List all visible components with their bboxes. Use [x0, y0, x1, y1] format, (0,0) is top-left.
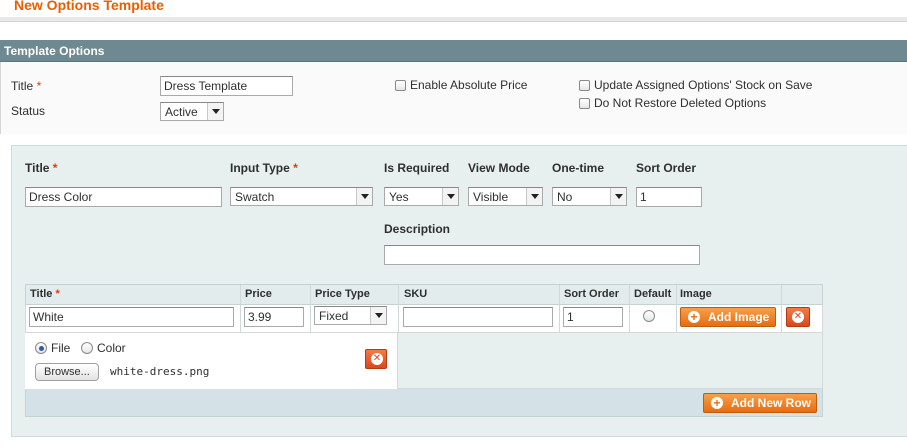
- input-type-select[interactable]: Swatch: [230, 187, 373, 206]
- enable-absolute-price-label: Enable Absolute Price: [410, 78, 528, 92]
- add-new-row-button[interactable]: + Add New Row: [703, 393, 817, 413]
- no-restore-label: Do Not Restore Deleted Options: [594, 96, 767, 110]
- close-icon: ✕: [371, 353, 383, 365]
- view-mode-header: View Mode: [468, 161, 530, 175]
- col-default-header: Default: [634, 288, 672, 300]
- chevron-down-icon: [356, 188, 372, 205]
- view-mode-select[interactable]: Visible: [468, 187, 543, 206]
- value-sku-input[interactable]: [403, 307, 553, 327]
- enable-absolute-price-checkbox[interactable]: [395, 80, 406, 91]
- input-type-header: Input Type *: [230, 161, 298, 175]
- chevron-down-icon: [526, 188, 542, 205]
- sort-order-input[interactable]: [636, 187, 702, 207]
- col-price-type-header: Price Type: [315, 288, 370, 300]
- update-stock-checkbox[interactable]: [579, 80, 590, 91]
- section-title: Template Options: [4, 44, 105, 58]
- template-status-label: Status: [11, 104, 46, 118]
- option-title-header: Title *: [25, 161, 58, 175]
- delete-row-button[interactable]: ✕: [786, 307, 810, 327]
- chevron-down-icon: [442, 188, 458, 205]
- plus-icon: +: [711, 397, 723, 409]
- is-required-header: Is Required: [384, 161, 450, 175]
- plus-icon: +: [688, 311, 700, 323]
- description-input[interactable]: [384, 245, 700, 265]
- template-status-select[interactable]: Active: [160, 102, 224, 121]
- file-name: white-dress.png: [110, 365, 210, 378]
- sort-order-header: Sort Order: [636, 161, 697, 175]
- col-price-header: Price: [245, 288, 272, 300]
- file-radio-label: File: [51, 341, 71, 355]
- template-title-input[interactable]: [160, 76, 293, 96]
- one-time-select[interactable]: No: [552, 187, 627, 206]
- remove-image-button[interactable]: ✕: [365, 349, 387, 369]
- value-title-input[interactable]: [29, 307, 234, 327]
- chevron-down-icon: [207, 103, 223, 120]
- one-time-header: One-time: [552, 161, 605, 175]
- update-stock-label: Update Assigned Options' Stock on Save: [594, 78, 813, 92]
- browse-button[interactable]: Browse...: [35, 363, 99, 381]
- value-default-radio[interactable]: [643, 310, 655, 322]
- is-required-select[interactable]: Yes: [384, 187, 459, 206]
- col-sort-order-header: Sort Order: [564, 288, 620, 300]
- col-sku-header: SKU: [404, 288, 428, 300]
- section-header-bar: [0, 40, 907, 62]
- chevron-down-icon: [610, 188, 626, 205]
- add-image-button[interactable]: + Add Image: [680, 307, 776, 327]
- color-radio[interactable]: [81, 342, 93, 354]
- template-title-label: Title *: [11, 79, 42, 93]
- required-mark: *: [36, 79, 42, 93]
- value-price-type-select[interactable]: Fixed: [314, 306, 387, 325]
- title-divider: [0, 17, 907, 22]
- page-title: New Options Template: [14, 0, 164, 13]
- color-radio-label: Color: [97, 341, 126, 355]
- col-image-header: Image: [680, 288, 712, 300]
- no-restore-checkbox[interactable]: [579, 98, 590, 109]
- value-price-input[interactable]: [244, 307, 304, 327]
- template-options-fieldset: [0, 62, 907, 134]
- close-icon: ✕: [792, 311, 804, 323]
- description-header: Description: [384, 222, 451, 236]
- chevron-down-icon: [370, 307, 386, 324]
- option-title-input[interactable]: [25, 187, 222, 207]
- file-radio[interactable]: [35, 342, 47, 354]
- value-sort-order-input[interactable]: [563, 307, 623, 327]
- col-title-header: Title *: [30, 288, 60, 300]
